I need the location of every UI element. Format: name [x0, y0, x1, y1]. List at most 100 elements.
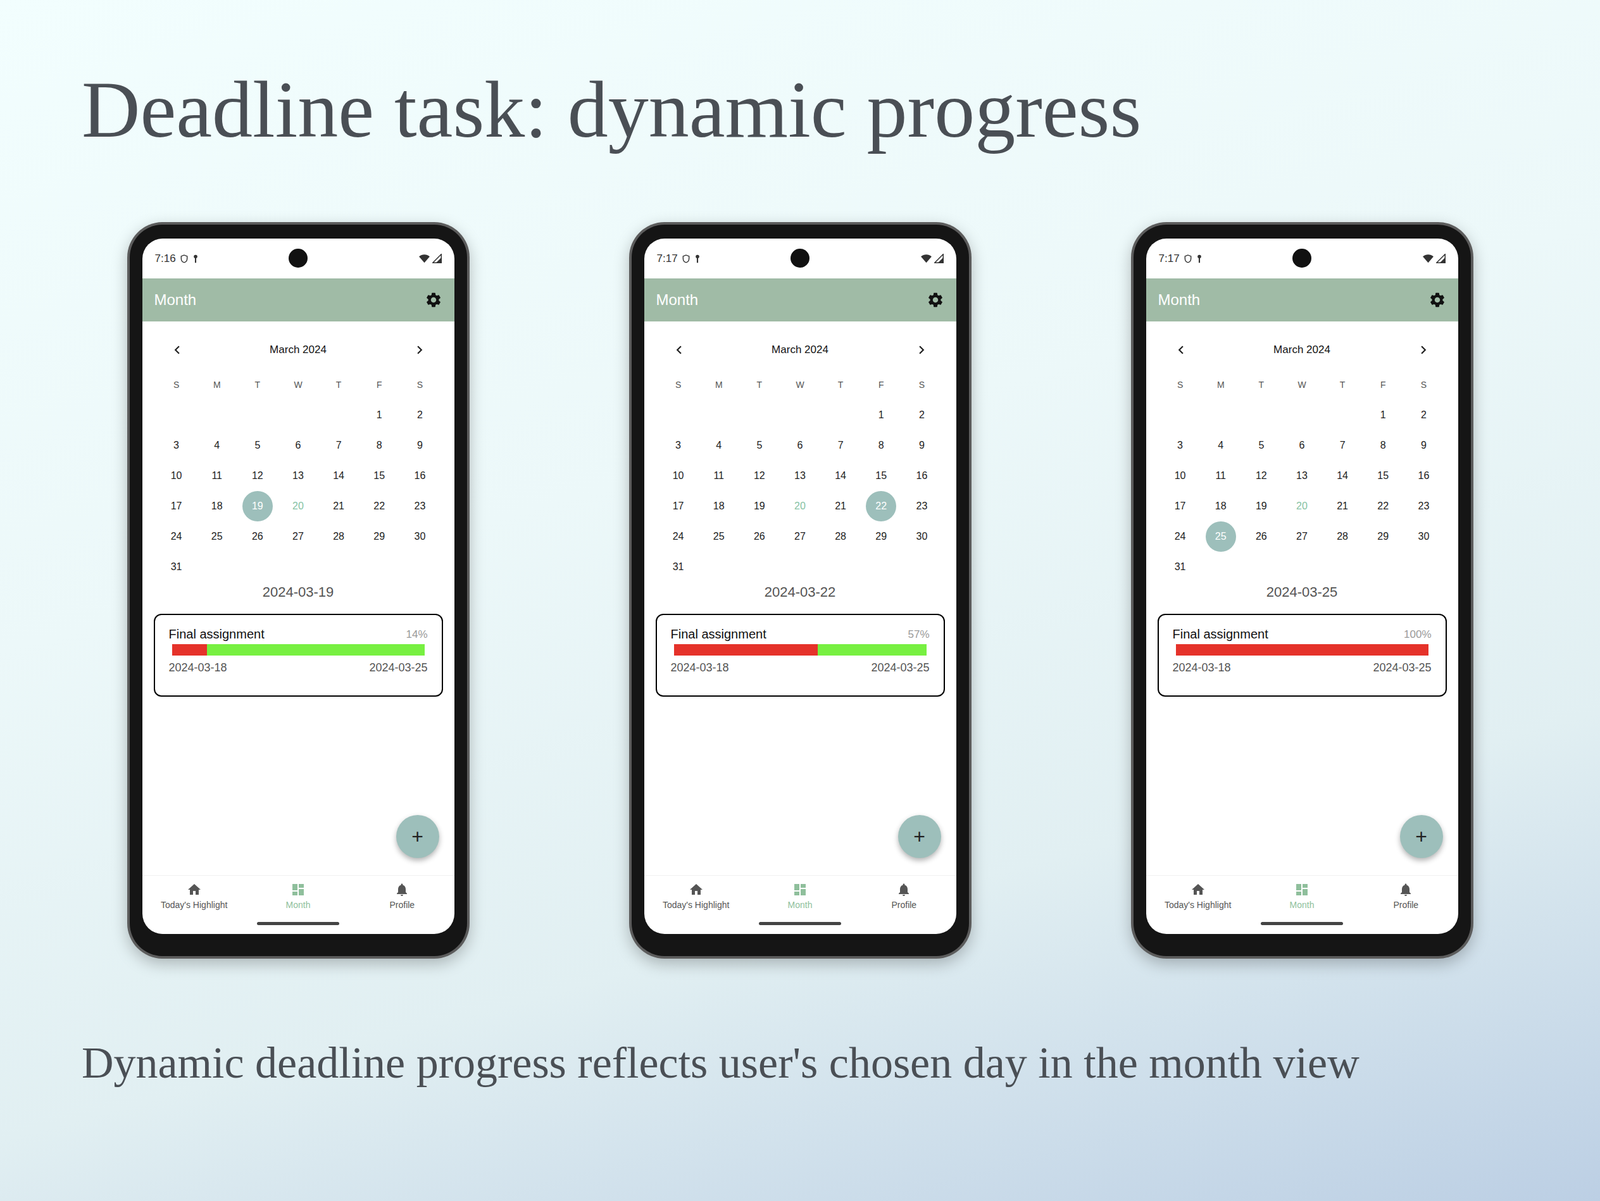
calendar-day[interactable]: 7	[820, 430, 861, 461]
add-button[interactable]: +	[396, 815, 440, 859]
add-button[interactable]: +	[1400, 815, 1444, 859]
nav-item[interactable]: Month	[1250, 875, 1354, 919]
calendar-day[interactable]: 25	[698, 521, 740, 552]
calendar-day[interactable]: 27	[779, 521, 821, 552]
calendar-day[interactable]: 20	[277, 491, 319, 522]
task-card[interactable]: Final assignment57%2024-03-182024-03-25	[655, 613, 945, 697]
calendar-day[interactable]: 2	[399, 400, 440, 431]
calendar-day[interactable]: 17	[156, 491, 197, 522]
calendar-day[interactable]: 12	[237, 460, 278, 492]
calendar-day[interactable]: 31	[658, 551, 699, 583]
gear-icon[interactable]	[926, 291, 945, 309]
calendar-day[interactable]: 5	[739, 430, 780, 461]
calendar-day[interactable]: 13	[277, 460, 319, 492]
calendar-day[interactable]: 6	[1281, 430, 1323, 461]
chevron-left-icon[interactable]	[1172, 341, 1190, 359]
add-button[interactable]: +	[898, 815, 942, 859]
calendar-day[interactable]: 2	[901, 400, 942, 431]
nav-item[interactable]: Month	[246, 875, 350, 919]
calendar-day[interactable]: 25	[196, 521, 238, 552]
calendar-day[interactable]: 11	[196, 460, 238, 492]
calendar-day[interactable]: 11	[698, 460, 740, 492]
chevron-right-icon[interactable]	[411, 341, 428, 359]
calendar-day[interactable]: 16	[399, 460, 440, 492]
calendar-day[interactable]: 23	[901, 491, 942, 522]
task-card[interactable]: Final assignment14%2024-03-182024-03-25	[153, 613, 444, 697]
calendar-day[interactable]: 21	[820, 491, 861, 522]
calendar-day[interactable]: 17	[658, 491, 699, 522]
calendar-day[interactable]: 29	[860, 521, 902, 552]
calendar-day[interactable]: 27	[1281, 521, 1323, 552]
calendar-day[interactable]: 15	[860, 460, 902, 492]
calendar-day[interactable]: 10	[658, 460, 699, 492]
calendar-day[interactable]: 13	[1281, 460, 1323, 492]
calendar-day[interactable]: 3	[156, 430, 197, 461]
nav-item[interactable]: Today's Highlight	[644, 875, 749, 919]
calendar-day[interactable]: 20	[779, 491, 821, 522]
calendar-day[interactable]: 6	[779, 430, 821, 461]
calendar-day[interactable]: 12	[1241, 460, 1282, 492]
chevron-left-icon[interactable]	[670, 341, 688, 359]
chevron-left-icon[interactable]	[168, 341, 186, 359]
nav-item[interactable]: Profile	[1353, 875, 1458, 919]
calendar-day[interactable]: 1	[358, 400, 400, 431]
calendar-day[interactable]: 19	[739, 491, 780, 522]
calendar-day[interactable]: 30	[1403, 521, 1444, 552]
calendar-day[interactable]: 20	[1281, 491, 1323, 522]
calendar-day[interactable]: 19	[237, 491, 278, 522]
nav-item[interactable]: Today's Highlight	[142, 875, 247, 919]
calendar-day[interactable]: 31	[1160, 551, 1201, 583]
calendar-day[interactable]: 1	[860, 400, 902, 431]
calendar-day[interactable]: 5	[237, 430, 278, 461]
calendar-day[interactable]: 30	[901, 521, 942, 552]
calendar-day[interactable]: 11	[1200, 460, 1242, 492]
calendar-day[interactable]: 23	[399, 491, 440, 522]
calendar-day[interactable]: 31	[156, 551, 197, 583]
calendar-day[interactable]: 19	[1241, 491, 1282, 522]
calendar-day[interactable]: 18	[1200, 491, 1242, 522]
chevron-right-icon[interactable]	[913, 341, 930, 359]
calendar-day[interactable]: 28	[820, 521, 861, 552]
calendar-day[interactable]: 4	[196, 430, 238, 461]
calendar-day[interactable]: 23	[1403, 491, 1444, 522]
calendar-day[interactable]: 5	[1241, 430, 1282, 461]
calendar-day[interactable]: 21	[318, 491, 359, 522]
chevron-right-icon[interactable]	[1415, 341, 1432, 359]
nav-item[interactable]: Profile	[350, 875, 454, 919]
calendar-day[interactable]: 8	[358, 430, 400, 461]
calendar-day[interactable]: 6	[277, 430, 319, 461]
calendar-day[interactable]: 24	[1160, 521, 1201, 552]
calendar-day[interactable]: 3	[658, 430, 699, 461]
calendar-day[interactable]: 12	[739, 460, 780, 492]
calendar-day[interactable]: 26	[739, 521, 780, 552]
calendar-day[interactable]: 15	[358, 460, 400, 492]
calendar-day[interactable]: 28	[318, 521, 359, 552]
calendar-day[interactable]: 16	[1403, 460, 1444, 492]
calendar-day[interactable]: 13	[779, 460, 821, 492]
calendar-day[interactable]: 30	[399, 521, 440, 552]
calendar-day[interactable]: 7	[1322, 430, 1363, 461]
calendar-day[interactable]: 27	[277, 521, 319, 552]
calendar-day[interactable]: 22	[358, 491, 400, 522]
calendar-day[interactable]: 18	[196, 491, 238, 522]
calendar-day[interactable]: 24	[658, 521, 699, 552]
calendar-day[interactable]: 22	[860, 491, 902, 522]
nav-item[interactable]: Today's Highlight	[1146, 875, 1250, 919]
calendar-day[interactable]: 25	[1200, 521, 1242, 552]
calendar-day[interactable]: 14	[1322, 460, 1363, 492]
calendar-day[interactable]: 14	[820, 460, 861, 492]
calendar-day[interactable]: 14	[318, 460, 359, 492]
nav-item[interactable]: Month	[748, 875, 852, 919]
calendar-day[interactable]: 8	[860, 430, 902, 461]
nav-item[interactable]: Profile	[851, 875, 956, 919]
calendar-day[interactable]: 29	[1362, 521, 1404, 552]
calendar-day[interactable]: 21	[1322, 491, 1363, 522]
calendar-day[interactable]: 9	[399, 430, 440, 461]
calendar-day[interactable]: 28	[1322, 521, 1363, 552]
calendar-day[interactable]: 15	[1362, 460, 1404, 492]
gear-icon[interactable]	[424, 291, 443, 309]
calendar-day[interactable]: 10	[1160, 460, 1201, 492]
calendar-day[interactable]: 9	[1403, 430, 1444, 461]
calendar-day[interactable]: 22	[1362, 491, 1404, 522]
calendar-day[interactable]: 4	[1200, 430, 1242, 461]
